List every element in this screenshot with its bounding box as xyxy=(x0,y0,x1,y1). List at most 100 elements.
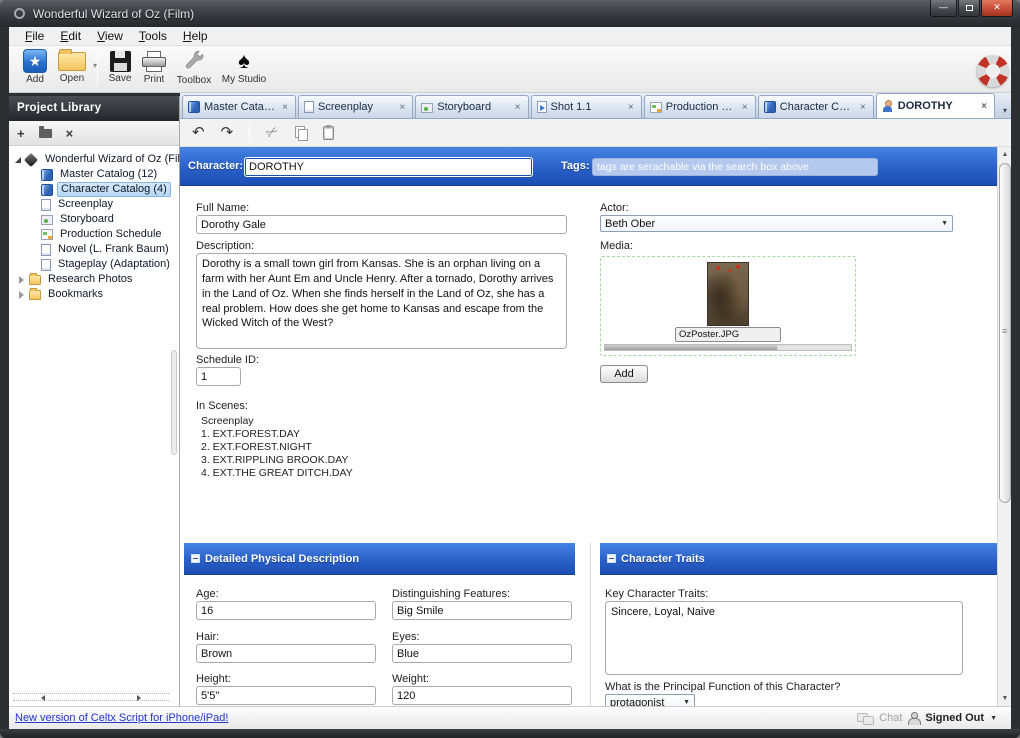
chevron-down-icon: ▼ xyxy=(941,220,948,227)
age-input[interactable] xyxy=(196,601,376,620)
catalog-book-icon xyxy=(188,101,200,113)
copy-icon[interactable] xyxy=(294,125,308,141)
undo-icon[interactable]: ↶ xyxy=(192,125,205,140)
tab-close-icon[interactable]: × xyxy=(740,102,750,113)
tab-screenplay[interactable]: Screenplay × xyxy=(298,95,414,118)
description-textarea[interactable]: Dorothy is a small town girl from Kansas… xyxy=(196,253,567,349)
print-button[interactable]: Print xyxy=(139,49,169,85)
collapse-section-icon[interactable] xyxy=(191,554,200,563)
close-button[interactable]: ✕ xyxy=(981,0,1013,17)
tree-item-master-catalog[interactable]: Master Catalog (12) xyxy=(9,167,179,182)
media-thumbnail-ozposter[interactable] xyxy=(707,262,749,326)
schedule-id-input[interactable] xyxy=(196,367,241,386)
tree-item-storyboard[interactable]: Storyboard xyxy=(9,212,179,227)
principal-function-label: What is the Principal Function of this C… xyxy=(605,681,841,693)
main-vertical-scrollbar[interactable]: ▲ ▼ xyxy=(997,147,1011,706)
tree-item-project-root[interactable]: Wonderful Wizard of Oz (Fil... xyxy=(9,152,189,167)
update-link[interactable]: New version of Celtx Script for iPhone/i… xyxy=(15,712,228,724)
scene-item[interactable]: 2. EXT.FOREST.NIGHT xyxy=(201,441,312,453)
delete-icon[interactable]: × xyxy=(66,127,74,140)
scene-item[interactable]: 3. EXT.RIPPLING BROOK.DAY xyxy=(201,454,348,466)
toolbox-button[interactable]: Toolbox xyxy=(172,49,216,86)
tree-item-bookmarks[interactable]: Bookmarks xyxy=(9,287,179,302)
expander-closed-icon[interactable] xyxy=(19,290,24,299)
tree-item-production-schedule[interactable]: Production Schedule xyxy=(9,227,179,242)
eyes-input[interactable] xyxy=(392,644,572,663)
tree-item-screenplay[interactable]: Screenplay xyxy=(9,197,179,212)
help-lifepreserver-icon[interactable] xyxy=(972,50,1014,92)
tab-close-icon[interactable]: × xyxy=(513,102,523,113)
scroll-right-icon[interactable] xyxy=(137,695,141,701)
sidebar-vertical-scrollbar[interactable] xyxy=(171,350,177,455)
tree-item-research-photos[interactable]: Research Photos xyxy=(9,272,179,287)
tree-item-character-catalog[interactable]: Character Catalog (4) xyxy=(9,182,179,197)
new-folder-icon[interactable] xyxy=(38,125,52,138)
sidebar-horizontal-scrollbar[interactable] xyxy=(13,693,169,701)
chat-bubbles-icon[interactable] xyxy=(857,712,875,725)
my-studio-button[interactable]: ♠ My Studio xyxy=(217,49,271,86)
media-label: Media: xyxy=(600,240,634,252)
tab-production-schedule[interactable]: Production Sch... × xyxy=(643,95,756,118)
storyboard-photo-icon xyxy=(421,102,434,113)
storyboard-photo-icon xyxy=(41,215,53,225)
tree-item-stageplay[interactable]: Stageplay (Adaptation) xyxy=(9,257,179,272)
tab-close-icon[interactable]: × xyxy=(979,101,989,112)
tab-storyboard[interactable]: Storyboard × xyxy=(415,95,529,118)
add-media-button[interactable]: Add xyxy=(600,365,648,383)
add-item-icon[interactable]: + xyxy=(17,127,25,140)
expander-closed-icon[interactable] xyxy=(19,275,24,284)
maximize-button[interactable] xyxy=(958,0,980,17)
screenplay-doc-icon xyxy=(41,258,51,271)
scrollbar-thumb[interactable] xyxy=(999,163,1011,503)
tab-close-icon[interactable]: × xyxy=(626,102,636,113)
menu-tools[interactable]: Tools xyxy=(131,28,175,44)
tags-input[interactable] xyxy=(592,158,878,176)
menu-edit[interactable]: Edit xyxy=(52,28,89,44)
media-horizontal-scrollbar[interactable] xyxy=(604,344,852,351)
scroll-left-icon[interactable] xyxy=(41,695,45,701)
signed-out-caret-icon[interactable]: ▼ xyxy=(990,715,997,722)
physical-section-header[interactable]: Detailed Physical Description xyxy=(184,543,575,575)
minimize-button[interactable]: — xyxy=(930,0,957,17)
tab-shot-1-1[interactable]: Shot 1.1 × xyxy=(530,95,642,118)
tab-dorothy[interactable]: DOROTHY × xyxy=(875,93,995,118)
distinguishing-features-input[interactable] xyxy=(392,601,572,620)
height-input[interactable] xyxy=(196,686,376,705)
redo-icon[interactable]: ↷ xyxy=(221,125,234,140)
full-name-input[interactable] xyxy=(196,215,567,234)
chat-label[interactable]: Chat xyxy=(879,712,902,724)
media-dropzone[interactable] xyxy=(600,256,856,356)
tab-close-icon[interactable]: × xyxy=(858,102,868,113)
open-button[interactable]: ▾ Open xyxy=(55,49,97,84)
tab-master-catalog[interactable]: Master Catalog × xyxy=(182,95,296,118)
expander-open-icon[interactable] xyxy=(15,156,21,163)
character-name-input[interactable] xyxy=(244,157,533,177)
tab-close-icon[interactable]: × xyxy=(280,102,290,113)
principal-function-dropdown[interactable]: protagonist ▼ xyxy=(605,694,695,706)
scene-item[interactable]: 4. EXT.THE GREAT DITCH.DAY xyxy=(201,467,353,479)
traits-section-header[interactable]: Character Traits xyxy=(600,543,997,575)
scroll-down-icon[interactable]: ▼ xyxy=(999,692,1011,705)
tab-overflow-icon[interactable]: ▾ xyxy=(999,103,1011,118)
add-button[interactable]: ★ Add xyxy=(21,49,49,85)
menu-file[interactable]: File xyxy=(17,28,52,44)
paste-clipboard-icon[interactable] xyxy=(322,124,334,140)
menu-help[interactable]: Help xyxy=(175,28,216,44)
signed-out-label[interactable]: Signed Out xyxy=(925,712,984,724)
media-filename-input[interactable] xyxy=(675,327,781,342)
scene-item[interactable]: 1. EXT.FOREST.DAY xyxy=(201,428,300,440)
tab-close-icon[interactable]: × xyxy=(397,102,407,113)
weight-input[interactable] xyxy=(392,686,572,705)
hair-input[interactable] xyxy=(196,644,376,663)
key-traits-label: Key Character Traits: xyxy=(605,588,709,600)
collapse-section-icon[interactable] xyxy=(607,554,616,563)
person-icon[interactable] xyxy=(908,712,922,725)
cut-scissors-icon[interactable]: ✂ xyxy=(263,122,282,143)
key-traits-textarea[interactable]: Sincere, Loyal, Naive xyxy=(605,601,963,675)
tab-character-catalog[interactable]: Character Catal... × xyxy=(757,95,874,118)
actor-dropdown[interactable]: Beth Ober ▼ xyxy=(600,215,953,232)
save-button[interactable]: Save xyxy=(105,49,135,84)
menu-view[interactable]: View xyxy=(89,28,131,44)
tree-item-novel[interactable]: Novel (L. Frank Baum) xyxy=(9,242,179,257)
scroll-up-icon[interactable]: ▲ xyxy=(999,148,1011,161)
